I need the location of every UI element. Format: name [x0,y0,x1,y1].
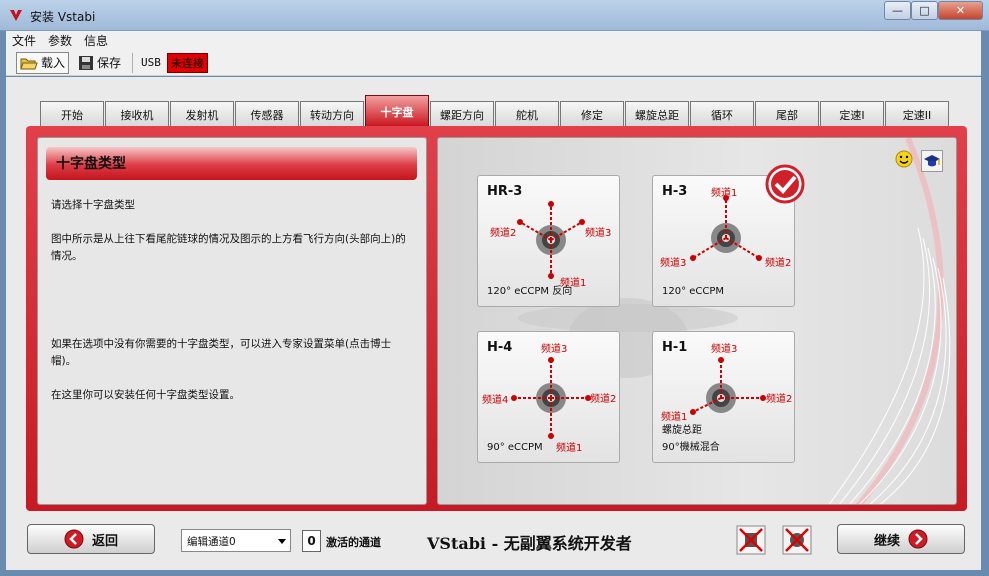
tab-servo[interactable]: 舵机 [495,101,559,127]
info-panel: 十字盘类型 请选择十字盘类型 图中所示是从上往下看尾舵链球的情况及图示的上方看飞… [37,137,427,505]
menu-bar: 文件 参数 信息 [6,31,981,50]
tab-sensor[interactable]: 传感器 [235,101,299,127]
floppy-disk-icon [79,55,94,70]
connection-status: 未连接 [166,52,208,73]
channel-label: 频道3 [585,228,612,239]
tab-collective-pitch[interactable]: 螺旋总距 [625,101,689,127]
load-label: 载入 [41,56,66,70]
back-button[interactable]: 返回 [27,524,155,554]
tab-rotation-direction[interactable]: 转动方向 [300,101,364,127]
info-text-1: 请选择十字盘类型 [51,199,135,211]
toolbar-separator [132,52,134,73]
card-caption-line1: 螺旋总距 [662,425,702,436]
tab-cyclic[interactable]: 循环 [690,101,754,127]
title-bar: 安装 Vstabi — □ ✕ [0,0,989,31]
menu-info[interactable]: 信息 [84,32,108,49]
channel-label: 频道3 [711,344,738,355]
minimize-button[interactable]: — [884,1,911,20]
card-title: HR-3 [487,184,523,199]
channel-select-value: 编辑通道0 [187,536,236,548]
close-button[interactable]: ✕ [938,1,983,20]
swash-card-h1[interactable]: H-1 频道3 频道2 频道1 螺旋总距 90°機械混合 [652,331,795,463]
channel-label: 频道2 [490,228,517,239]
card-title: H-4 [487,340,513,355]
active-channel-count: 0 [302,530,321,552]
menu-file[interactable]: 文件 [12,32,36,49]
channel-label: 频道1 [556,443,583,454]
channel-select[interactable]: 编辑通道0 [181,529,291,552]
load-button[interactable]: 载入 [16,51,70,74]
smiley-icon[interactable] [895,150,913,168]
continue-label: 继续 [873,533,900,549]
tab-governor-2[interactable]: 定速II [885,101,949,127]
card-title: H-1 [662,340,688,355]
open-folder-icon [20,58,38,69]
channel-label: 频道2 [765,258,792,269]
vstabi-logo-icon [10,10,22,21]
channel-label: 频道2 [590,394,617,405]
toolbar: 载入 保存 USB 未连接 [6,50,981,76]
usb-label: USB [141,56,161,69]
expert-doctor-hat-icon[interactable] [921,150,943,172]
tab-trim[interactable]: 修定 [560,101,624,127]
card-caption-line2: 90°機械混合 [662,442,720,453]
swash-card-h4[interactable]: H-4 频道3 频道4 频道2 频道1 90° eCCPM [477,331,620,463]
arrow-left-icon [64,529,84,549]
card-title: H-3 [662,184,688,199]
motor-disabled-icon [782,525,812,555]
tab-pitch-direction[interactable]: 螺距方向 [430,101,494,127]
tab-governor-1[interactable]: 定速I [820,101,884,127]
window-title: 安装 Vstabi [30,10,96,24]
card-caption: 120° eCCPM 反向 [487,286,573,297]
channel-label: 频道1 [711,188,738,199]
save-button[interactable]: 保存 [75,52,124,74]
section-header: 十字盘类型 [46,147,417,180]
tab-start[interactable]: 开始 [40,101,104,127]
servo-disabled-icon [736,525,766,555]
back-label: 返回 [91,533,118,549]
card-caption: 120° eCCPM [662,286,725,297]
tab-swashplate[interactable]: 十字盘 [365,95,429,127]
selected-checkmark-icon [765,164,805,204]
channel-label: 频道2 [766,394,793,405]
info-text-4: 在这里你可以安装任何十字盘类型设置。 [51,389,240,401]
channel-label: 频道3 [541,344,568,355]
tab-tail[interactable]: 尾部 [755,101,819,127]
tab-transmitter[interactable]: 发射机 [170,101,234,127]
tab-receiver[interactable]: 接收机 [105,101,169,127]
continue-button[interactable]: 继续 [837,524,965,554]
menu-params[interactable]: 参数 [48,32,72,49]
tab-bar: 开始 接收机 发射机 传感器 转动方向 十字盘 螺距方向 舵机 修定 螺旋总距 … [40,95,949,127]
active-channel-label: 激活的通道 [326,536,381,549]
arrow-right-icon [908,529,928,549]
chevron-down-icon [278,539,286,544]
card-caption: 90° eCCPM [487,442,543,453]
swash-card-hr3[interactable]: HR-3 频道2 频道3 频道1 120° eCCPM 反向 [477,175,620,307]
brand-text: VStabi - 无副翼系统开发者 [427,534,632,553]
save-label: 保存 [97,56,122,70]
channel-label: 频道4 [482,395,509,406]
channel-label: 频道3 [660,258,687,269]
info-text-3: 如果在选项中没有你需要的十字盘类型，可以进入专家设置菜单(点击博士帽)。 [51,338,392,367]
info-text-2: 图中所示是从上往下看尾舵链球的情况及图示的上方看飞行方向(头部向上)的情况。 [51,233,406,262]
maximize-button[interactable]: □ [911,1,938,20]
